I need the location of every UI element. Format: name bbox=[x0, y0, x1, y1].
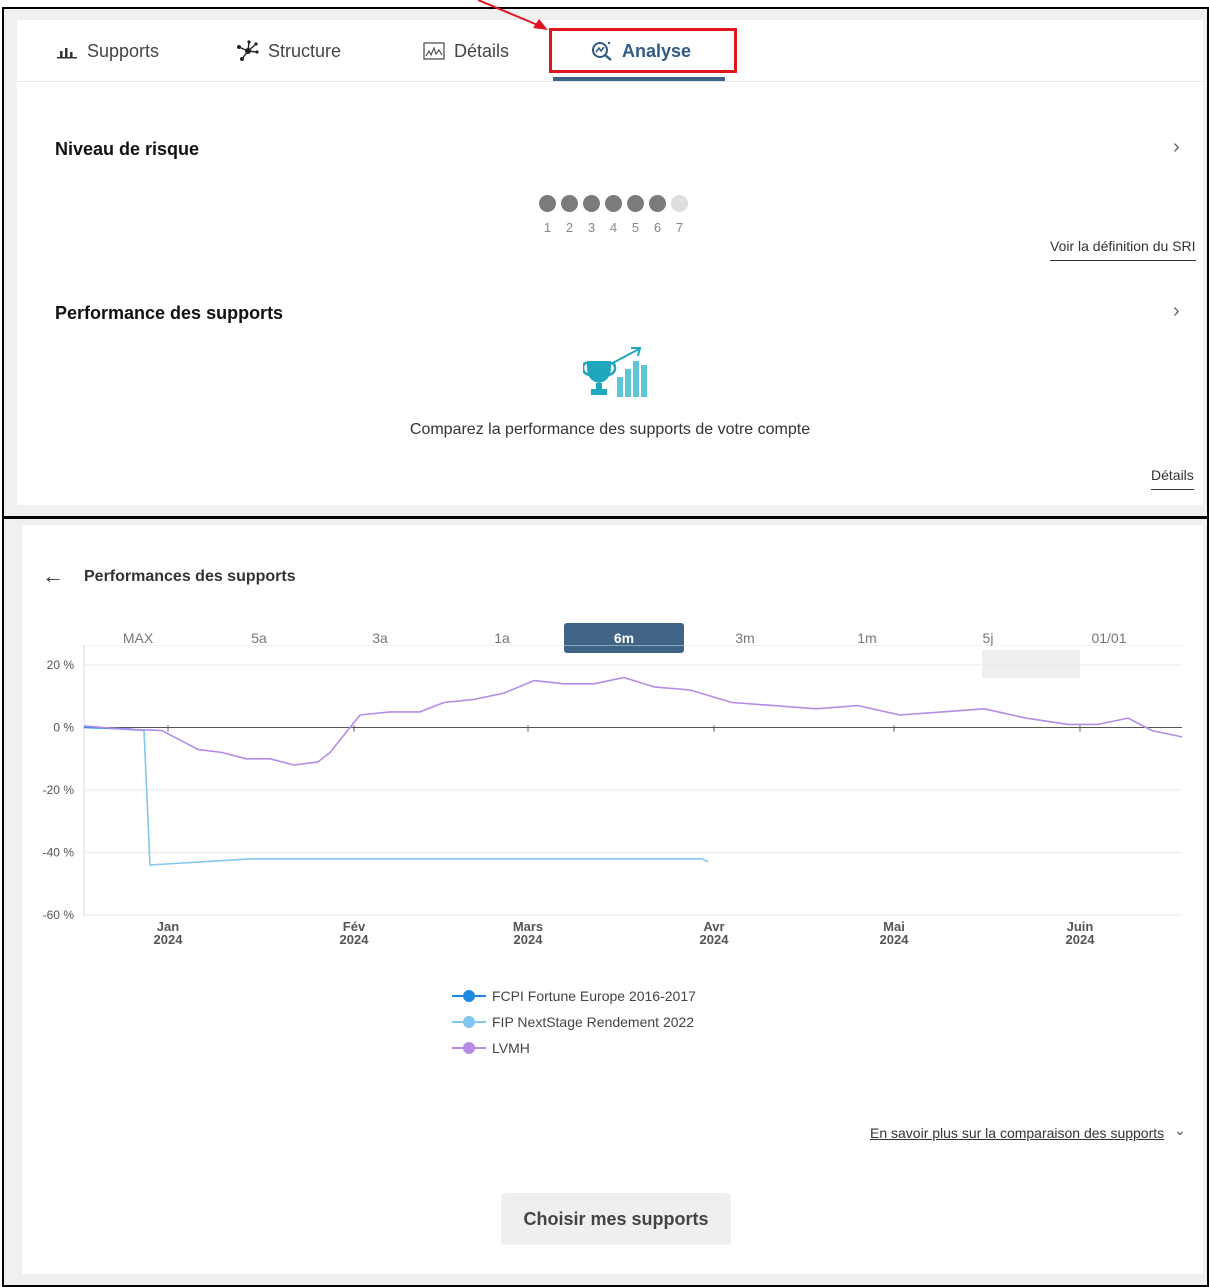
performance-chevron-right-icon[interactable]: › bbox=[1173, 300, 1180, 323]
sri-definition-link[interactable]: Voir la définition du SRI bbox=[1050, 238, 1196, 261]
x-tick-year-label: 2024 bbox=[700, 932, 730, 947]
x-tick-year-label: 2024 bbox=[1066, 932, 1096, 947]
risk-title: Niveau de risque bbox=[55, 139, 200, 159]
active-tab-indicator bbox=[553, 77, 725, 81]
x-tick-year-label: 2024 bbox=[340, 932, 370, 947]
annotation-arrow bbox=[477, 0, 548, 30]
performance-frame: ← Performances des supports MAX 5a 3a 1a… bbox=[2, 517, 1209, 1287]
legend-item-lvmh[interactable]: LVMH bbox=[452, 1035, 696, 1061]
legend-swatch bbox=[452, 1042, 486, 1054]
y-tick-label: 0 % bbox=[53, 721, 74, 735]
legend-item-fcpi[interactable]: FCPI Fortune Europe 2016-2017 bbox=[452, 983, 696, 1009]
performance-chart: 20 %0 %-20 %-40 %-60 %Jan2024Fév2024Mars… bbox=[43, 645, 1183, 947]
legend-item-fip[interactable]: FIP NextStage Rendement 2022 bbox=[452, 1009, 696, 1035]
y-tick-label: 20 % bbox=[47, 658, 75, 672]
risk-level-label: 7 bbox=[675, 220, 684, 235]
x-tick-year-label: 2024 bbox=[514, 932, 544, 947]
risk-dot bbox=[649, 195, 666, 212]
back-arrow-icon[interactable]: ← bbox=[42, 563, 64, 589]
y-tick-label: -40 % bbox=[43, 846, 75, 860]
risk-level-label: 3 bbox=[587, 220, 596, 235]
risk-level-label: 6 bbox=[653, 220, 662, 235]
choose-supports-button[interactable]: Choisir mes supports bbox=[501, 1193, 731, 1245]
risk-dot bbox=[539, 195, 556, 212]
risk-dot bbox=[627, 195, 644, 212]
y-tick-label: -20 % bbox=[43, 783, 75, 797]
risk-scale-labels: 1 2 3 4 5 6 7 bbox=[539, 220, 688, 235]
risk-chevron-right-icon[interactable]: › bbox=[1173, 136, 1180, 159]
risk-level-label: 2 bbox=[565, 220, 574, 235]
risk-level-label: 4 bbox=[609, 220, 618, 235]
chevron-down-icon[interactable]: ⌄ bbox=[1174, 1122, 1186, 1139]
risk-scale bbox=[539, 195, 688, 212]
risk-level-label: 5 bbox=[631, 220, 640, 235]
legend-label: LVMH bbox=[492, 1040, 530, 1056]
y-tick-label: -60 % bbox=[43, 908, 75, 922]
x-tick-year-label: 2024 bbox=[880, 932, 910, 947]
chart-legend: FCPI Fortune Europe 2016-2017 FIP NextSt… bbox=[452, 983, 696, 1061]
legend-label: FCPI Fortune Europe 2016-2017 bbox=[492, 988, 696, 1004]
analysis-card: Supports Structure Détails Analyse Nivea… bbox=[17, 20, 1203, 505]
analysis-frame: Supports Structure Détails Analyse Nivea… bbox=[2, 7, 1209, 518]
x-tick-year-label: 2024 bbox=[154, 932, 184, 947]
performance-title: Performance des supports bbox=[55, 303, 284, 323]
trophy-chart-icon bbox=[581, 347, 651, 404]
risk-dot bbox=[671, 195, 688, 212]
comparison-info-link[interactable]: En savoir plus sur la comparaison des su… bbox=[870, 1125, 1164, 1141]
risk-dot bbox=[605, 195, 622, 212]
risk-dot bbox=[561, 195, 578, 212]
legend-swatch bbox=[452, 990, 486, 1002]
risk-dot bbox=[583, 195, 600, 212]
series-line-fip bbox=[83, 725, 709, 866]
series-line-lvmh bbox=[83, 676, 1183, 766]
performance-caption: Comparez la performance des supports de … bbox=[409, 421, 811, 438]
panel-title: Performances des supports bbox=[84, 568, 296, 585]
legend-swatch bbox=[452, 1016, 486, 1028]
legend-label: FIP NextStage Rendement 2022 bbox=[492, 1014, 695, 1030]
details-link[interactable]: Détails bbox=[1151, 467, 1194, 490]
performance-panel: ← Performances des supports MAX 5a 3a 1a… bbox=[22, 525, 1203, 1274]
risk-level-label: 1 bbox=[543, 220, 552, 235]
